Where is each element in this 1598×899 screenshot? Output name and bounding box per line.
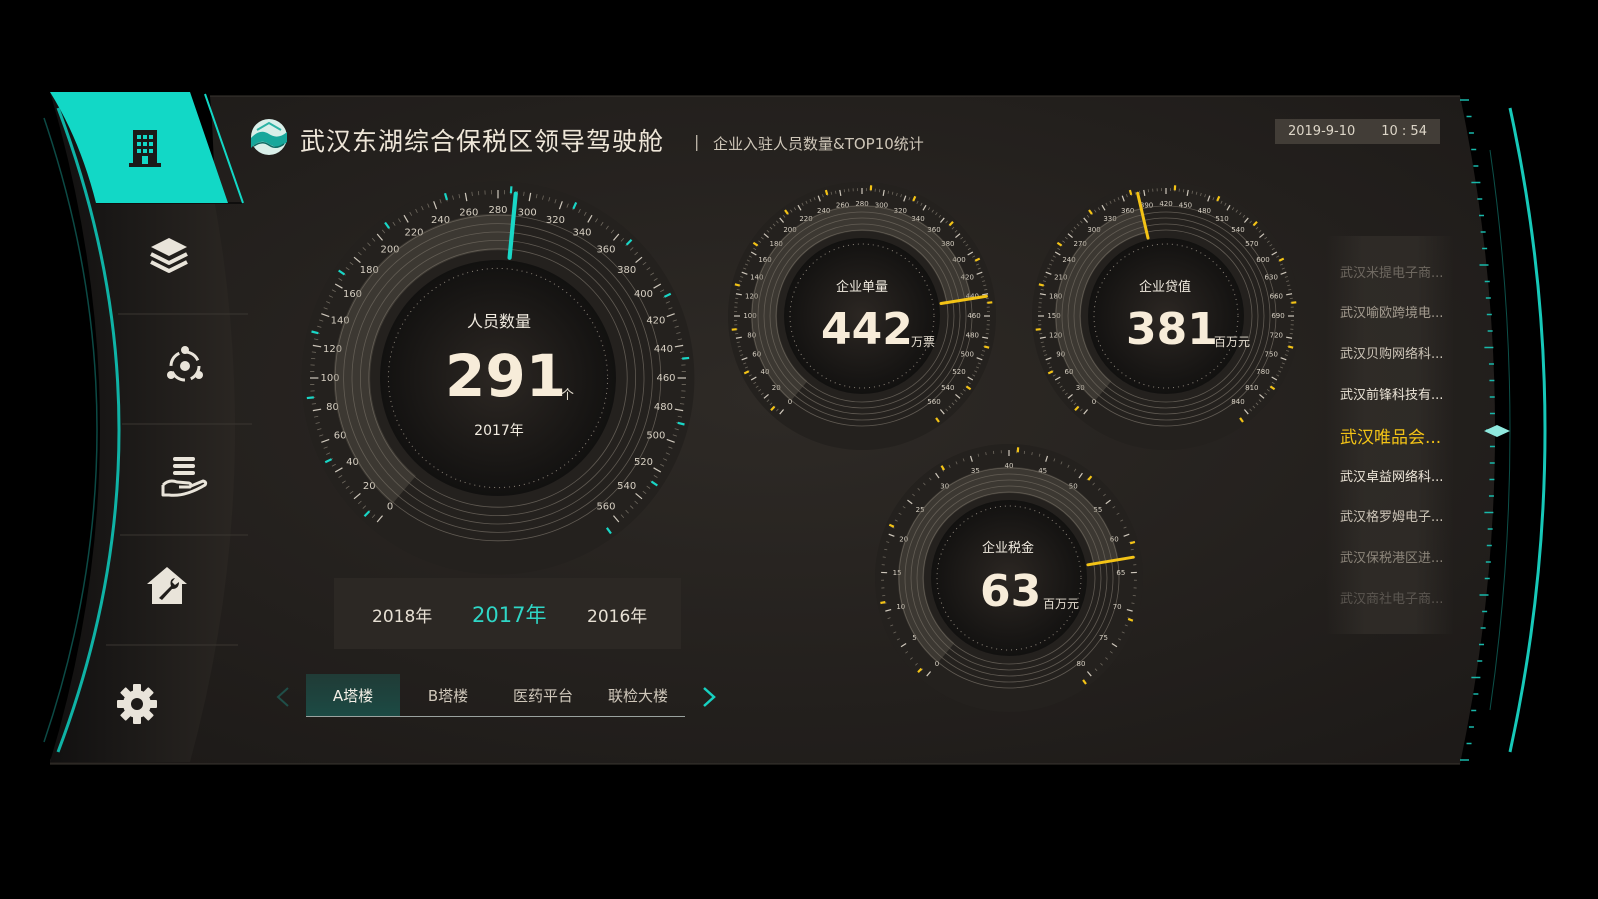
layers-icon: [150, 238, 188, 273]
gauge-tick-label: 380: [617, 265, 636, 276]
gauge-tick-label: 690: [1271, 312, 1284, 320]
company-list-item[interactable]: 武汉格罗姆电子...: [1340, 506, 1443, 525]
date-text: 2019-9-10: [1287, 124, 1356, 139]
gauge-tick-label: 340: [572, 228, 591, 239]
company-list-item[interactable]: 武汉喻欧跨境电...: [1340, 302, 1443, 321]
tab-inspection-building[interactable]: 联检大楼: [590, 674, 686, 716]
main-gauge-year: 2017年: [474, 423, 524, 439]
gauge-unit: 百万元: [1214, 335, 1251, 349]
gauge-tick-label: 520: [952, 368, 965, 376]
tab-underline: [306, 716, 685, 717]
gauge-tick-label: 70: [1113, 603, 1122, 611]
gauge-tick-label: 460: [967, 312, 980, 320]
gauge-unit: 万票: [911, 335, 936, 349]
gauge-tick-label: 400: [634, 289, 653, 300]
gauge-tick-label: 540: [617, 481, 636, 492]
year-option[interactable]: 2016年: [587, 602, 647, 627]
hand-money-icon: [161, 457, 208, 497]
gauge-label: 企业贷值: [1138, 280, 1191, 295]
title-divider: |: [694, 132, 700, 151]
gauge-label: 企业税金: [981, 541, 1034, 556]
gauge-tick-label: 560: [596, 502, 615, 513]
gauge-tick-label: 600: [1256, 256, 1269, 264]
gauge-value: 381: [1126, 304, 1218, 355]
gauge-tick-label: 780: [1256, 368, 1269, 376]
gauge-tick-label: 630: [1265, 274, 1278, 282]
gauge-tick-label: 660: [1270, 293, 1283, 301]
gauge-tick-label: 840: [1231, 398, 1244, 406]
sidebar-item-network[interactable]: [150, 333, 220, 399]
gauge-tick-label: 65: [1116, 569, 1125, 577]
sidebar-item-finance[interactable]: [150, 443, 220, 509]
gauge-tick-label: 480: [654, 402, 673, 413]
dashboard-root: 0 20 40 60 80 100 120 140 160 180 200 220 240 260 280 3…: [0, 0, 1598, 899]
network-icon: [167, 346, 203, 382]
gauge-tick-label: 540: [1231, 226, 1244, 234]
gauge-tick-label: 450: [1179, 202, 1192, 210]
tab-b-tower[interactable]: B塔楼: [400, 674, 496, 716]
gauge-tick-label: 560: [927, 398, 940, 406]
gauge-tick-label: 810: [1245, 384, 1258, 392]
gauge-tick-label: 300: [518, 208, 537, 219]
gauge-tick-label: 500: [961, 350, 974, 358]
sidebar-item-layers[interactable]: [134, 222, 204, 288]
gauge-tick-label: 720: [1270, 331, 1283, 339]
company-list-item[interactable]: 武汉保税港区进...: [1340, 547, 1443, 566]
gauge-tick-label: 500: [646, 430, 665, 441]
gauge-label: 企业单量: [835, 280, 888, 295]
company-list-item[interactable]: 武汉商社电子商...: [1340, 588, 1443, 607]
gauge-tick-label: 480: [966, 331, 979, 339]
gauge-tick-label: 570: [1245, 240, 1258, 248]
company-list-item[interactable]: 武汉贝购网络科...: [1340, 343, 1443, 362]
gauge-tick-label: 420: [1159, 200, 1172, 208]
sidebar-item-house[interactable]: [132, 553, 202, 619]
tab-pharma-platform[interactable]: 医药平台: [496, 674, 590, 716]
gauge-tick-label: 440: [654, 344, 673, 355]
main-gauge-label: 人员数量: [466, 312, 531, 331]
company-list-item[interactable]: 武汉卓益网络科...: [1340, 466, 1443, 485]
gauge-unit: 百万元: [1043, 597, 1080, 611]
gear-icon: [117, 684, 157, 724]
main-gauge-value: 291: [445, 342, 567, 410]
gauge-tick-label: 360: [596, 244, 615, 255]
gauge-tick-label: 320: [546, 215, 565, 226]
building-icon: [129, 130, 161, 167]
year-option[interactable]: 2018年: [372, 602, 432, 627]
gauge-tick-label: 480: [1198, 207, 1211, 215]
page-subtitle: 企业入驻人员数量&TOP10统计: [713, 135, 924, 153]
house-wrench-icon: [147, 567, 187, 604]
company-list-item[interactable]: 武汉前锋科技有...: [1340, 384, 1443, 403]
gauge-tick-label: 75: [1099, 634, 1108, 642]
gauge-tick-label: 420: [646, 316, 665, 327]
time-text: 10 : 54: [1381, 124, 1427, 139]
sidebar-item-settings[interactable]: [102, 671, 172, 737]
datetime-display: 2019-9-10 10 : 54: [1275, 119, 1440, 144]
gauge-tick-label: 520: [634, 457, 653, 468]
gauge-tick-label: 540: [941, 384, 954, 392]
gauge-tick-label: 510: [1215, 215, 1228, 223]
gauge-tick-label: 460: [656, 373, 675, 384]
gauge-value: 63: [980, 566, 1042, 617]
chevron-left-icon[interactable]: [274, 686, 292, 708]
gauge-tick-label: 750: [1265, 350, 1278, 358]
sidebar-item-building[interactable]: [110, 115, 180, 181]
company-list-item-selected[interactable]: 武汉唯品会...: [1340, 423, 1441, 448]
gauge-value: 442: [821, 304, 913, 355]
logo-icon: [251, 119, 287, 155]
company-list-item[interactable]: 武汉米提电子商...: [1340, 262, 1443, 281]
gauge-tick-label: 80: [1077, 660, 1086, 668]
main-gauge-unit: 个: [561, 388, 575, 403]
chevron-right-icon[interactable]: [700, 686, 718, 708]
tab-a-tower[interactable]: A塔楼: [306, 674, 400, 716]
year-option-selected[interactable]: 2017年: [472, 599, 546, 629]
app-title: 武汉东湖综合保税区领导驾驶舱: [300, 127, 665, 156]
